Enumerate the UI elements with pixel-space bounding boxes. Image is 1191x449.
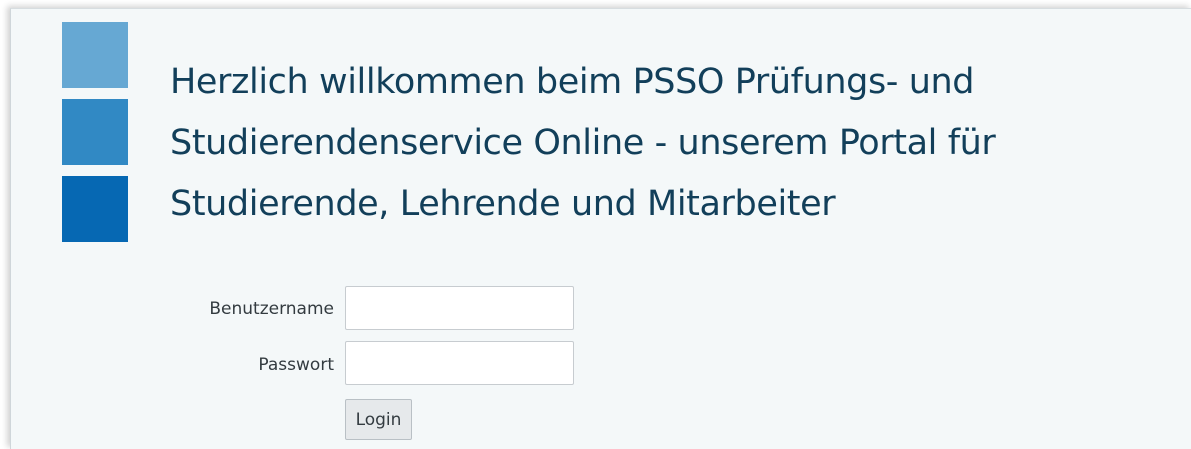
username-input[interactable] xyxy=(345,286,574,330)
logo-square-light xyxy=(62,22,128,88)
username-label: Benutzername xyxy=(209,299,334,319)
logo-square-dark xyxy=(62,176,128,242)
welcome-title-line: Studierende, Lehrende und Mitarbeiter xyxy=(170,184,836,224)
welcome-title-line: Herzlich willkommen beim PSSO Prüfungs- … xyxy=(170,62,975,102)
welcome-title-line: Studierendenservice Online - unserem Por… xyxy=(170,123,996,163)
page-frame: Herzlich willkommen beim PSSO Prüfungs- … xyxy=(0,0,1191,449)
password-input[interactable] xyxy=(345,341,574,385)
logo-square-medium xyxy=(62,99,128,165)
password-label: Passwort xyxy=(258,355,334,375)
login-button[interactable]: Login xyxy=(345,399,412,440)
welcome-title: Herzlich willkommen beim PSSO Prüfungs- … xyxy=(170,52,1180,235)
